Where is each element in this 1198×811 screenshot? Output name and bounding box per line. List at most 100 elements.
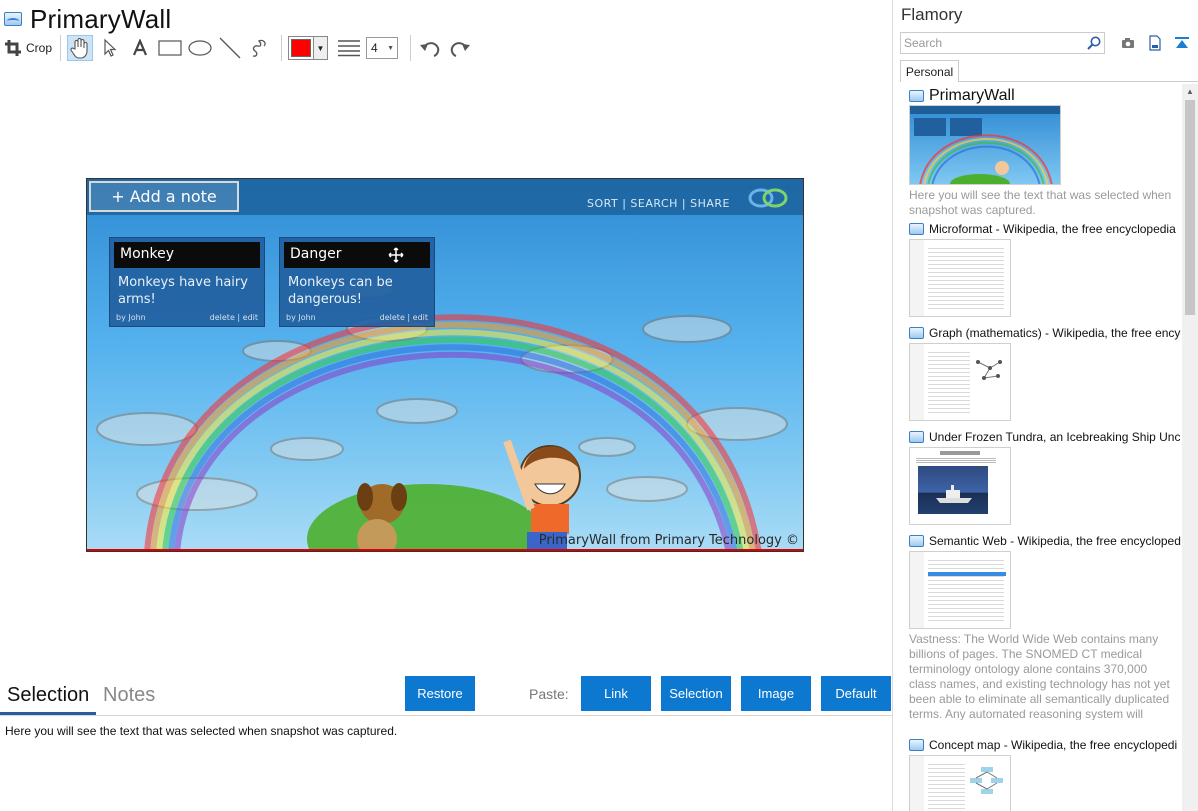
- search-input[interactable]: Search: [904, 36, 1087, 50]
- thumbnail-text-lines: [928, 764, 965, 811]
- selection-text[interactable]: Here you will see the text that was sele…: [5, 724, 397, 738]
- note-title: Danger: [284, 242, 430, 268]
- camera-button[interactable]: [1120, 35, 1136, 51]
- freehand-tool-button[interactable]: [247, 35, 273, 61]
- note-actions: delete | edit: [209, 313, 258, 322]
- collapse-button[interactable]: [1174, 35, 1190, 51]
- snapshot-icon: [909, 535, 924, 547]
- thumbnail-headline: [916, 458, 996, 463]
- title-row: PrimaryWall: [4, 4, 171, 34]
- search-field[interactable]: Search: [900, 32, 1105, 54]
- note-footer: by John delete | edit: [116, 313, 258, 322]
- thumbnail-text-lines: [928, 352, 970, 414]
- thumbnail-graph: [976, 360, 1002, 380]
- note-title: Monkey: [114, 242, 260, 268]
- paste-link-button[interactable]: Link: [581, 676, 651, 711]
- list-item[interactable]: Graph (mathematics) - Wikipedia, the fre…: [909, 325, 1181, 421]
- flamory-sidebar: Flamory Search Personal PrimaryWall Here…: [894, 0, 1198, 811]
- rainbow-illustration: [96, 279, 788, 551]
- list-item-header: Under Frozen Tundra, an Icebreaking Ship…: [909, 429, 1181, 445]
- tab-personal[interactable]: Personal: [900, 60, 959, 82]
- thumbnail-sidebar: [910, 756, 924, 811]
- thumbnail-sidebar: [910, 344, 924, 420]
- note-author: by John: [286, 313, 316, 322]
- snapshot-icon: [909, 223, 924, 235]
- snapshot-caption: PrimaryWall from Primary Technology ©: [538, 533, 799, 548]
- add-note-button: + Add a note: [89, 181, 239, 212]
- list-item-thumbnail: [909, 239, 1011, 317]
- thumbnail-sidebar: [910, 552, 924, 628]
- list-item-thumbnail: [909, 343, 1011, 421]
- collapse-icon: [1175, 37, 1189, 48]
- list-item-title: Microformat - Wikipedia, the free encycl…: [929, 222, 1176, 236]
- chevron-down-icon: ▼: [313, 37, 328, 59]
- list-item[interactable]: PrimaryWall Here you will see the text t…: [909, 87, 1181, 218]
- list-item-title: Concept map - Wikipedia, the free encycl…: [929, 738, 1178, 752]
- tab-notes[interactable]: Notes: [103, 684, 155, 707]
- move-icon: [388, 247, 404, 263]
- ellipse-icon: [188, 40, 212, 56]
- vertical-scrollbar[interactable]: ▲: [1182, 84, 1198, 811]
- paste-selection-button[interactable]: Selection: [661, 676, 731, 711]
- app-window: PrimaryWall Crop ▼ 4 ▼ + Add a note SORT…: [0, 0, 1198, 811]
- snapshot-icon: [909, 90, 924, 102]
- list-item-thumbnail: [909, 447, 1011, 525]
- color-picker[interactable]: ▼: [288, 36, 329, 60]
- snapshot-icon: [4, 12, 22, 26]
- ellipse-tool-button[interactable]: [187, 35, 213, 61]
- text-tool-button[interactable]: [127, 35, 153, 61]
- list-item-description: Vastness: The World Wide Web contains ma…: [909, 632, 1170, 720]
- snapshot-icon: [909, 431, 924, 443]
- undo-button[interactable]: [417, 35, 443, 61]
- list-item-thumbnail: [909, 105, 1061, 185]
- thumbnail-sidebar: [910, 240, 924, 316]
- line-tool-button[interactable]: [217, 35, 243, 61]
- scroll-up-icon[interactable]: ▲: [1182, 84, 1198, 98]
- camera-icon: [1122, 38, 1134, 48]
- list-item-thumbnail: [909, 551, 1011, 629]
- redo-button[interactable]: [447, 35, 473, 61]
- document-title: PrimaryWall: [30, 3, 172, 34]
- note-footer: by John delete | edit: [286, 313, 428, 322]
- paste-label: Paste:: [529, 686, 569, 702]
- snapshot-logo: [748, 188, 788, 208]
- hand-tool-button[interactable]: [67, 35, 94, 61]
- freehand-icon: [252, 39, 266, 57]
- tab-divider: [959, 81, 1198, 82]
- rectangle-tool-button[interactable]: [157, 35, 183, 61]
- document-button[interactable]: [1147, 35, 1163, 51]
- snapshot-image[interactable]: + Add a note SORT | SEARCH | SHARE Monke…: [86, 178, 804, 552]
- tab-selection[interactable]: Selection: [7, 684, 89, 707]
- list-item-header: Graph (mathematics) - Wikipedia, the fre…: [909, 325, 1181, 341]
- list-item-description: Here you will see the text that was sele…: [909, 188, 1172, 217]
- list-item[interactable]: Under Frozen Tundra, an Icebreaking Ship…: [909, 429, 1181, 525]
- thumbnail-concept-map: [970, 767, 1003, 794]
- list-item-title: PrimaryWall: [929, 87, 1015, 104]
- scrollbar-thumb[interactable]: [1185, 100, 1195, 315]
- list-item-header: Microformat - Wikipedia, the free encycl…: [909, 221, 1181, 237]
- list-item[interactable]: Concept map - Wikipedia, the free encycl…: [909, 737, 1181, 811]
- toolbar-divider: [281, 35, 283, 61]
- restore-button[interactable]: Restore: [405, 676, 475, 711]
- redo-icon: [450, 42, 471, 57]
- chevron-down-icon: ▼: [387, 44, 395, 52]
- active-tab-indicator: [0, 712, 96, 715]
- select-tool-button[interactable]: [97, 35, 123, 61]
- hand-icon: [70, 38, 88, 59]
- line-width-value: 4: [371, 41, 378, 55]
- list-item[interactable]: Microformat - Wikipedia, the free encycl…: [909, 221, 1181, 317]
- thumbnail-text-lines: [928, 560, 1004, 622]
- line-width-select[interactable]: 4 ▼: [366, 37, 399, 59]
- list-item[interactable]: Semantic Web - Wikipedia, the free encyc…: [909, 533, 1181, 720]
- editor-pane: PrimaryWall Crop ▼ 4 ▼ + Add a note SORT…: [0, 0, 893, 811]
- line-width-button[interactable]: [336, 35, 362, 61]
- search-icon[interactable]: [1087, 36, 1101, 50]
- rectangle-icon: [158, 40, 182, 56]
- line-icon: [219, 37, 241, 59]
- list-item-title: Graph (mathematics) - Wikipedia, the fre…: [929, 326, 1181, 340]
- paste-image-button[interactable]: Image: [741, 676, 811, 711]
- crop-button[interactable]: Crop: [4, 35, 52, 61]
- list-item-header: PrimaryWall: [909, 87, 1181, 105]
- note-body: Monkeys can be dangerous!: [288, 275, 393, 307]
- paste-default-button[interactable]: Default: [821, 676, 891, 711]
